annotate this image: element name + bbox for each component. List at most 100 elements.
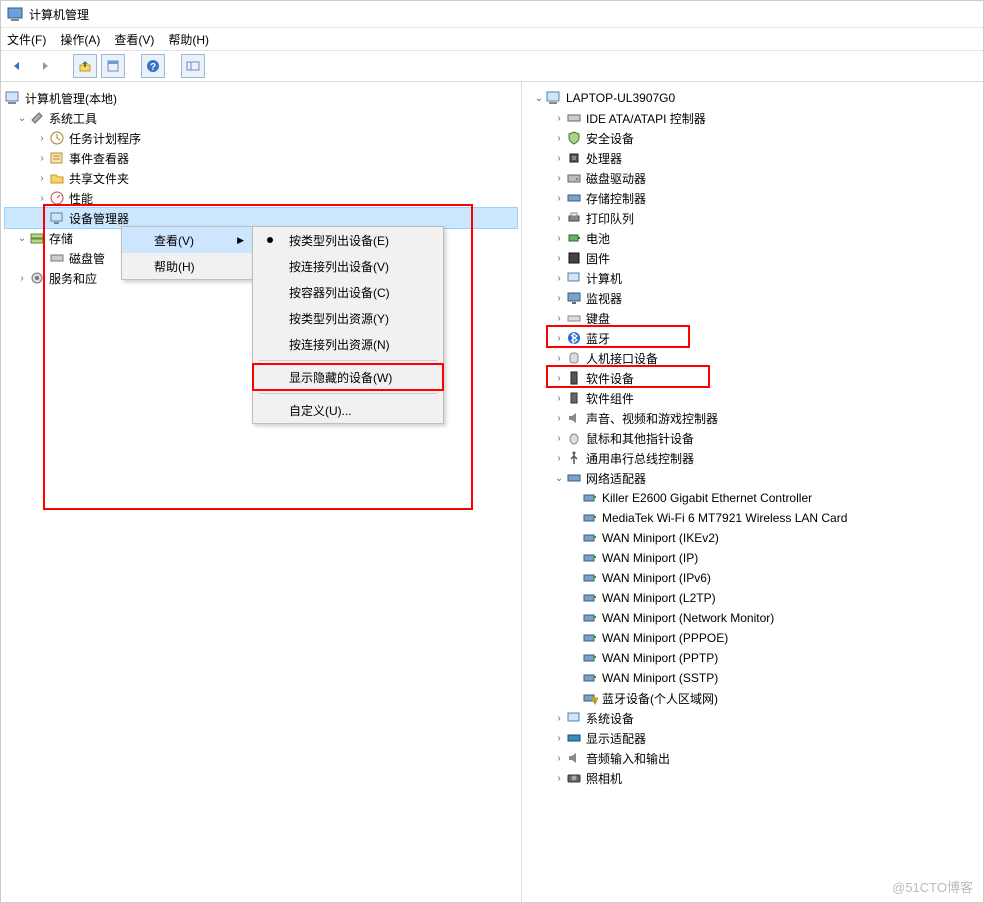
- tree-label: 网络适配器: [586, 470, 646, 487]
- expand-icon[interactable]: ›: [552, 753, 566, 764]
- ctx-help[interactable]: 帮助(H): [122, 253, 252, 279]
- expand-icon[interactable]: ›: [552, 213, 566, 224]
- dev-sys-devices[interactable]: ›系统设备: [526, 708, 979, 728]
- expand-icon[interactable]: ›: [15, 273, 29, 284]
- ctx-view[interactable]: 查看(V) ▶ 按类型列出设备(E) 按连接列出设备(V) 按容器列出设备(C)…: [122, 227, 252, 253]
- dev-net-killer[interactable]: Killer E2600 Gigabit Ethernet Controller: [526, 488, 979, 508]
- dev-print-queue[interactable]: ›打印队列: [526, 208, 979, 228]
- tree-root[interactable]: 计算机管理(本地): [5, 88, 517, 108]
- dev-disk[interactable]: ›磁盘驱动器: [526, 168, 979, 188]
- dev-monitor[interactable]: ›监视器: [526, 288, 979, 308]
- collapse-icon[interactable]: ⌄: [15, 113, 29, 124]
- menu-file[interactable]: 文件(F): [7, 31, 46, 48]
- expand-icon[interactable]: ›: [552, 113, 566, 124]
- tree-system-tools[interactable]: ⌄ 系统工具: [5, 108, 517, 128]
- dev-net-monitor[interactable]: WAN Miniport (Network Monitor): [526, 608, 979, 628]
- expand-icon[interactable]: ›: [35, 153, 49, 164]
- dev-net-ikev2[interactable]: WAN Miniport (IKEv2): [526, 528, 979, 548]
- menu-action[interactable]: 操作(A): [60, 31, 100, 48]
- sub-by-connection[interactable]: 按连接列出设备(V): [253, 253, 443, 279]
- dev-soft-comp[interactable]: ›软件组件: [526, 388, 979, 408]
- dev-security[interactable]: ›安全设备: [526, 128, 979, 148]
- collapse-icon[interactable]: ⌄: [15, 233, 29, 244]
- expand-icon[interactable]: ›: [552, 333, 566, 344]
- dev-bluetooth[interactable]: ›蓝牙: [526, 328, 979, 348]
- expand-icon[interactable]: ›: [552, 293, 566, 304]
- tree-device-manager[interactable]: 设备管理器: [5, 208, 517, 228]
- expand-icon[interactable]: ›: [552, 733, 566, 744]
- expand-icon[interactable]: ›: [552, 413, 566, 424]
- sub-res-by-connection[interactable]: 按连接列出资源(N): [253, 331, 443, 357]
- expand-icon[interactable]: ›: [35, 173, 49, 184]
- expand-icon[interactable]: ›: [552, 373, 566, 384]
- dev-keyboard[interactable]: ›键盘: [526, 308, 979, 328]
- expand-icon[interactable]: ›: [552, 193, 566, 204]
- dev-net-pppoe[interactable]: WAN Miniport (PPPOE): [526, 628, 979, 648]
- dev-display[interactable]: ›显示适配器: [526, 728, 979, 748]
- back-button[interactable]: [5, 54, 29, 78]
- dev-camera[interactable]: ›照相机: [526, 768, 979, 788]
- dev-computer[interactable]: ›计算机: [526, 268, 979, 288]
- sub-show-hidden[interactable]: 显示隐藏的设备(W): [253, 364, 443, 390]
- expand-icon[interactable]: ›: [552, 153, 566, 164]
- help-button[interactable]: ?: [141, 54, 165, 78]
- sub-res-by-type[interactable]: 按类型列出资源(Y): [253, 305, 443, 331]
- expand-icon[interactable]: ›: [552, 433, 566, 444]
- dev-audio-video[interactable]: ›声音、视频和游戏控制器: [526, 408, 979, 428]
- up-button[interactable]: [73, 54, 97, 78]
- sub-customize[interactable]: 自定义(U)...: [253, 397, 443, 423]
- dev-net-bt-pan[interactable]: !蓝牙设备(个人区域网): [526, 688, 979, 708]
- dev-net-adapters[interactable]: ⌄ 网络适配器: [526, 468, 979, 488]
- dev-audio-io[interactable]: ›音频输入和输出: [526, 748, 979, 768]
- expand-icon[interactable]: ›: [35, 133, 49, 144]
- battery-icon: [566, 230, 582, 246]
- properties-button[interactable]: [101, 54, 125, 78]
- device-tree[interactable]: ⌄LAPTOP-UL3907G0 ›IDE ATA/ATAPI 控制器 ›安全设…: [522, 82, 983, 794]
- show-hide-console-button[interactable]: [181, 54, 205, 78]
- dev-cpu[interactable]: ›处理器: [526, 148, 979, 168]
- ide-icon: [566, 110, 582, 126]
- expand-icon[interactable]: ›: [552, 173, 566, 184]
- dev-usb[interactable]: › 通用串行总线控制器: [526, 448, 979, 468]
- dev-net-pptp[interactable]: WAN Miniport (PPTP): [526, 648, 979, 668]
- tree-performance[interactable]: › 性能: [5, 188, 517, 208]
- context-menu[interactable]: 查看(V) ▶ 按类型列出设备(E) 按连接列出设备(V) 按容器列出设备(C)…: [121, 226, 253, 280]
- expand-icon[interactable]: ›: [552, 453, 566, 464]
- dev-mouse[interactable]: ›鼠标和其他指针设备: [526, 428, 979, 448]
- dev-storage-ctrl[interactable]: ›存储控制器: [526, 188, 979, 208]
- view-submenu[interactable]: 按类型列出设备(E) 按连接列出设备(V) 按容器列出设备(C) 按类型列出资源…: [252, 226, 444, 424]
- expand-icon[interactable]: ›: [552, 133, 566, 144]
- dev-net-sstp[interactable]: WAN Miniport (SSTP): [526, 668, 979, 688]
- collapse-icon[interactable]: ⌄: [532, 93, 546, 104]
- tree-task-scheduler[interactable]: › 任务计划程序: [5, 128, 517, 148]
- dev-hid[interactable]: ›人机接口设备: [526, 348, 979, 368]
- dev-firmware[interactable]: ›固件: [526, 248, 979, 268]
- expand-icon[interactable]: ›: [552, 273, 566, 284]
- expand-icon[interactable]: ›: [552, 313, 566, 324]
- expand-icon[interactable]: ›: [552, 393, 566, 404]
- menu-help[interactable]: 帮助(H): [168, 31, 209, 48]
- expand-icon[interactable]: ›: [552, 233, 566, 244]
- menu-view[interactable]: 查看(V): [114, 31, 154, 48]
- expand-icon[interactable]: ›: [552, 353, 566, 364]
- tree-event-viewer[interactable]: › 事件查看器: [5, 148, 517, 168]
- network-card-icon: [582, 550, 598, 566]
- dev-net-ipv6[interactable]: WAN Miniport (IPv6): [526, 568, 979, 588]
- dev-soft-dev[interactable]: ›软件设备: [526, 368, 979, 388]
- forward-button[interactable]: [33, 54, 57, 78]
- expand-icon[interactable]: ›: [552, 713, 566, 724]
- expand-icon[interactable]: ›: [552, 253, 566, 264]
- tree-label: 通用串行总线控制器: [586, 450, 694, 467]
- dev-net-ip[interactable]: WAN Miniport (IP): [526, 548, 979, 568]
- dev-net-mediatek[interactable]: MediaTek Wi-Fi 6 MT7921 Wireless LAN Car…: [526, 508, 979, 528]
- sub-by-container[interactable]: 按容器列出设备(C): [253, 279, 443, 305]
- dev-root[interactable]: ⌄LAPTOP-UL3907G0: [526, 88, 979, 108]
- sub-by-type[interactable]: 按类型列出设备(E): [253, 227, 443, 253]
- expand-icon[interactable]: ›: [35, 193, 49, 204]
- dev-ide[interactable]: ›IDE ATA/ATAPI 控制器: [526, 108, 979, 128]
- dev-battery[interactable]: ›电池: [526, 228, 979, 248]
- expand-icon[interactable]: ›: [552, 773, 566, 784]
- collapse-icon[interactable]: ⌄: [552, 473, 566, 484]
- tree-shared-folders[interactable]: › 共享文件夹: [5, 168, 517, 188]
- dev-net-l2tp[interactable]: WAN Miniport (L2TP): [526, 588, 979, 608]
